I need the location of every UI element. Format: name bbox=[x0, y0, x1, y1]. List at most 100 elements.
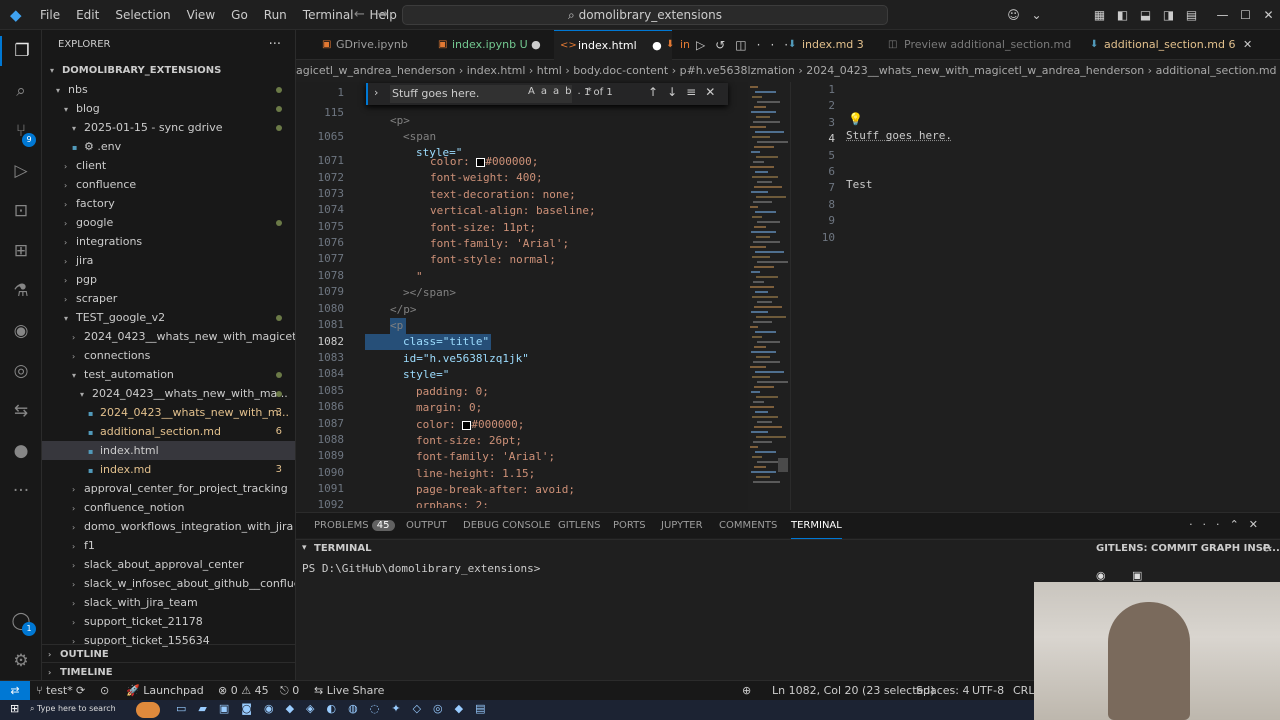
tab-index-ipynb[interactable]: ▣ index.ipynb U ● bbox=[438, 30, 541, 60]
search-view-icon[interactable]: ⌕ bbox=[0, 76, 42, 106]
tree-item[interactable]: ▾ blog bbox=[42, 99, 295, 118]
previous-match-icon[interactable]: ↑ bbox=[648, 85, 667, 99]
tab-ports[interactable]: PORTS bbox=[613, 513, 646, 539]
chrome-icon[interactable]: ◎ bbox=[433, 702, 455, 715]
maximize-icon[interactable]: ☐ bbox=[1234, 8, 1257, 22]
cursor-position[interactable]: Ln 1082, Col 20 (23 selected) bbox=[772, 681, 935, 701]
webcam-record-icon[interactable]: ◉ bbox=[1096, 569, 1112, 583]
tree-item[interactable]: › confluence bbox=[42, 175, 295, 194]
copilot-icon[interactable]: ☺ bbox=[1002, 8, 1025, 22]
account-icon[interactable]: ◯ bbox=[0, 606, 42, 636]
gitlens-icon[interactable]: ◉ bbox=[0, 316, 42, 346]
tab-gdrive-ipynb[interactable]: ▣ GDrive.ipynb bbox=[322, 30, 408, 60]
tab-comments[interactable]: COMMENTS bbox=[719, 513, 777, 539]
menu-go[interactable]: Go bbox=[223, 0, 256, 30]
settings-icon[interactable]: ✦ bbox=[391, 702, 412, 715]
tree-item[interactable]: › slack_with_jira_team bbox=[42, 593, 295, 612]
settings-gear-icon[interactable]: ⚙ bbox=[0, 646, 42, 676]
problems-indicator[interactable]: ⊗ 0 ⚠ 45 bbox=[218, 681, 269, 701]
minimize-icon[interactable]: — bbox=[1211, 8, 1234, 22]
tree-item[interactable]: › scraper bbox=[42, 289, 295, 308]
tree-item[interactable]: ▪ index.html bbox=[42, 441, 295, 460]
more-icon[interactable]: ··· bbox=[0, 476, 42, 506]
timeline-section[interactable]: › TIMELINE bbox=[42, 662, 295, 680]
windows-start-icon[interactable]: ⊞ bbox=[10, 702, 19, 715]
color-swatch-icon[interactable] bbox=[476, 157, 486, 167]
launchpad[interactable]: 🚀 Launchpad bbox=[126, 681, 204, 701]
close-tab-icon[interactable]: ✕ bbox=[1239, 38, 1252, 51]
tree-item[interactable]: › 2024_0423__whats_new_with_magicetl_w... bbox=[42, 327, 295, 346]
outline-section[interactable]: › OUTLINE bbox=[42, 644, 295, 663]
split-editor-icon[interactable]: ◫ bbox=[735, 38, 756, 52]
chrome-icon[interactable]: ◉ bbox=[264, 702, 286, 715]
jupyter-icon[interactable]: ◎ bbox=[0, 356, 42, 386]
menu-edit[interactable]: Edit bbox=[68, 0, 107, 30]
maximize-panel-icon[interactable]: ⌃ bbox=[1230, 518, 1249, 531]
code-line[interactable]: <span bbox=[403, 129, 436, 145]
menu-view[interactable]: View bbox=[179, 0, 223, 30]
tree-item[interactable]: › slack_w_infosec_about_github__conflue..… bbox=[42, 574, 295, 593]
app-icon[interactable]: ◆ bbox=[286, 702, 306, 715]
history-icon[interactable]: ↺ bbox=[715, 38, 735, 52]
tab-preview-additional-section[interactable]: ◫ Preview additional_section.md bbox=[888, 30, 1071, 60]
tab-index-html[interactable]: <> index.html ● bbox=[554, 30, 672, 60]
task-view-icon[interactable]: ▭ bbox=[176, 702, 198, 715]
tab-debug-console[interactable]: DEBUG CONSOLE bbox=[463, 513, 551, 539]
tree-item[interactable]: ▪ index.md 3 bbox=[42, 460, 295, 479]
tab-gitlens[interactable]: GITLENS bbox=[558, 513, 601, 539]
code-line[interactable]: <p bbox=[390, 318, 403, 334]
code-line[interactable]: </p> bbox=[390, 302, 417, 318]
tree-item[interactable]: › connections bbox=[42, 346, 295, 365]
chevron-down-icon[interactable]: ▾ bbox=[302, 543, 307, 553]
remote-indicator-icon[interactable]: ⇄ bbox=[0, 681, 30, 701]
app-icon[interactable]: ◍ bbox=[348, 702, 370, 715]
menu-selection[interactable]: Selection bbox=[107, 0, 178, 30]
tree-item[interactable]: › factory bbox=[42, 194, 295, 213]
tree-item[interactable]: ▾ nbs bbox=[42, 80, 295, 99]
tree-item[interactable]: › integrations bbox=[42, 232, 295, 251]
layout-toggle-icon[interactable]: ▦ bbox=[1088, 8, 1111, 22]
code-line[interactable]: margin: 0; bbox=[416, 400, 482, 416]
tree-item[interactable]: ▾ 2025-01-15 - sync gdrive bbox=[42, 118, 295, 137]
app-icon[interactable]: ◈ bbox=[306, 702, 326, 715]
tab-terminal[interactable]: TERMINAL bbox=[791, 513, 842, 539]
code-line[interactable]: padding: 0; bbox=[416, 384, 489, 400]
sidebar-toggle-icon[interactable]: ◧ bbox=[1111, 8, 1134, 22]
branch-indicator[interactable]: ⑂ test* bbox=[36, 681, 73, 701]
code-line[interactable]: font-weight: 400; bbox=[430, 170, 543, 186]
graph-icon[interactable]: ⊙ bbox=[100, 681, 109, 701]
extensions-icon[interactable]: ⊞ bbox=[0, 236, 42, 266]
github-icon[interactable]: ● bbox=[0, 436, 42, 466]
code-line[interactable]: font-style: normal; bbox=[430, 252, 556, 268]
match-case-icon[interactable]: Aa bbox=[528, 86, 553, 97]
remote-explorer-icon[interactable]: ⊡ bbox=[0, 196, 42, 226]
close-window-icon[interactable]: ✕ bbox=[1257, 8, 1280, 22]
command-center-search[interactable]: ⌕ domolibrary_extensions bbox=[402, 5, 888, 25]
code-line[interactable]: color: #000000; bbox=[430, 154, 538, 170]
live-share-icon[interactable]: ⇆ bbox=[0, 396, 42, 426]
code-line[interactable]: style=" bbox=[403, 367, 449, 383]
minimap[interactable] bbox=[748, 82, 790, 510]
tree-item[interactable]: ▾ TEST_google_v2 bbox=[42, 308, 295, 327]
code-line[interactable]: page-break-after: avoid; bbox=[416, 482, 575, 498]
taskbar-widget-icon[interactable] bbox=[136, 702, 160, 718]
tree-item[interactable]: ▾ test_automation bbox=[42, 365, 295, 384]
live-share[interactable]: ⇆ Live Share bbox=[314, 681, 384, 701]
markdown-editor-pane[interactable]: 1 2 3 4 5 6 7 8 9 10 bbox=[790, 82, 1280, 510]
encoding[interactable]: UTF-8 bbox=[972, 681, 1004, 701]
run-icon[interactable]: ▷ bbox=[696, 38, 715, 52]
refresh-icon[interactable]: ⟳ bbox=[1263, 542, 1272, 555]
customize-layout-icon[interactable]: ▤ bbox=[1180, 8, 1203, 22]
tree-item[interactable]: › google bbox=[42, 213, 295, 232]
code-line[interactable]: font-size: 26pt; bbox=[416, 433, 522, 449]
menu-run[interactable]: Run bbox=[256, 0, 295, 30]
secondary-sidebar-icon[interactable]: ◨ bbox=[1157, 8, 1180, 22]
code-line[interactable]: vertical-align: baseline; bbox=[430, 203, 596, 219]
tab-problems[interactable]: PROBLEMS 45 bbox=[314, 513, 395, 539]
code-line[interactable]: text-decoration: none; bbox=[430, 187, 576, 203]
menu-file[interactable]: File bbox=[32, 0, 68, 30]
folder-icon[interactable]: ▰ bbox=[198, 702, 218, 715]
code-line[interactable]: font-size: 11pt; bbox=[430, 220, 536, 236]
close-panel-icon[interactable]: ✕ bbox=[1249, 518, 1268, 531]
whatsapp-icon[interactable]: ◌ bbox=[370, 702, 392, 715]
